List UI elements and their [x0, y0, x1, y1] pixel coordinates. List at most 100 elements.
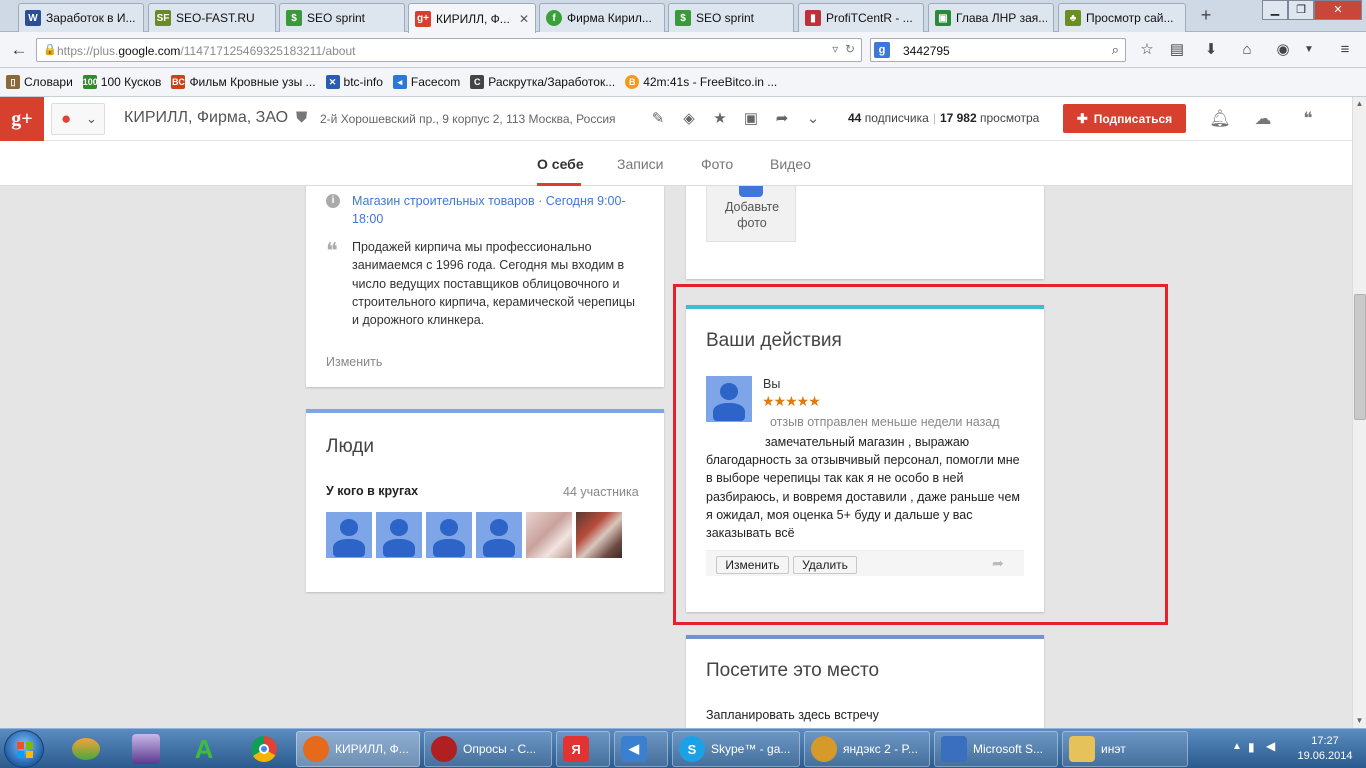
browser-tab[interactable]: ♣ Просмотр сай...: [1058, 3, 1186, 32]
card-accent-bar: [306, 409, 664, 413]
bookmark-item[interactable]: ◂ Facecom: [392, 75, 460, 89]
taskbar-task[interactable]: КИРИЛЛ, Ф...: [296, 731, 420, 767]
bookmark-item[interactable]: 100 100 Кусков: [82, 75, 161, 89]
person-avatar[interactable]: [376, 512, 422, 558]
pencil-icon[interactable]: ✎: [647, 108, 669, 130]
bookmark-item[interactable]: ✕ btc-info: [325, 75, 383, 89]
firefox-icon: [303, 736, 329, 762]
your-actions-title: Ваши действия: [706, 330, 842, 351]
delete-review-button[interactable]: Удалить: [793, 556, 857, 574]
browser-tab[interactable]: W Заработок в И...: [18, 3, 144, 32]
hangouts-icon[interactable]: ❝: [1296, 107, 1320, 131]
app-a-icon[interactable]: A: [184, 732, 224, 766]
new-tab-button[interactable]: +: [1195, 4, 1217, 26]
search-bar[interactable]: g 3442795 ⌕: [870, 38, 1126, 62]
bell-icon[interactable]: 🔔︎: [1208, 107, 1232, 131]
edit-review-button[interactable]: Изменить: [716, 556, 789, 574]
circles-count[interactable]: 44 участника: [563, 485, 639, 499]
close-tab-icon[interactable]: ✕: [513, 12, 529, 26]
maximize-button[interactable]: ❐: [1288, 0, 1314, 20]
download-icon[interactable]: ⬇: [1200, 39, 1222, 61]
scroll-up-icon[interactable]: ▲: [1353, 97, 1366, 111]
game-icon[interactable]: [126, 732, 166, 766]
chrome-icon[interactable]: [244, 732, 284, 766]
taskbar-task[interactable]: инэт: [1062, 731, 1188, 767]
bookmark-item[interactable]: ▯ Словари: [6, 75, 73, 89]
review-author: Вы: [763, 377, 781, 391]
taskbar-task[interactable]: Опросы - С...: [424, 731, 552, 767]
extension-icon[interactable]: ◉: [1272, 39, 1294, 61]
scroll-down-icon[interactable]: ▼: [1353, 714, 1366, 728]
person-photo-avatar[interactable]: [576, 512, 622, 558]
network-icon[interactable]: ▮: [1248, 740, 1255, 754]
browser-tab[interactable]: $ SEO sprint: [279, 3, 405, 32]
browser-tab[interactable]: ▮ ProfiTCentR - ...: [798, 3, 924, 32]
your-actions-card: Ваши действия Вы ★★★★★ отзыв отправлен м…: [686, 305, 1044, 612]
add-photo-tile[interactable]: Добавьте фото: [706, 186, 796, 242]
edit-about-link[interactable]: Изменить: [326, 355, 382, 369]
chevron-down-icon[interactable]: ▼: [1298, 39, 1320, 61]
follow-button[interactable]: ✚ Подписаться: [1063, 104, 1186, 133]
add-photo-label: Добавьте фото: [724, 200, 780, 230]
start-button[interactable]: [4, 730, 44, 768]
bookmark-item[interactable]: BC Фильм Кровные узы ...: [171, 75, 316, 89]
home-icon[interactable]: ⌂: [1236, 39, 1258, 61]
volume-icon[interactable]: ◀: [1266, 739, 1275, 753]
close-window-button[interactable]: ✕: [1314, 0, 1362, 20]
vertical-scrollbar[interactable]: ▲ ▼: [1352, 97, 1366, 728]
bookmark-icon: ◂: [392, 75, 407, 89]
back-arrow-icon[interactable]: ←: [6, 38, 32, 62]
plan-meeting-link[interactable]: Запланировать здесь встречу: [706, 708, 879, 722]
star-bookmark-icon[interactable]: ☆: [1136, 39, 1158, 61]
business-category: Магазин строительных товаров · Сегодня 9…: [352, 194, 626, 226]
minimize-button[interactable]: ▁: [1262, 0, 1288, 20]
scrollbar-thumb[interactable]: [1354, 294, 1366, 420]
directions-icon[interactable]: ◈: [678, 108, 700, 130]
page-type-button[interactable]: ● ⌄: [51, 103, 105, 135]
browser-tab-active[interactable]: g+ КИРИЛЛ, Ф... ✕: [408, 3, 536, 33]
taskbar-task[interactable]: ◀: [614, 731, 668, 767]
info-icon: i: [326, 194, 340, 208]
tab-about[interactable]: О себе: [537, 156, 584, 172]
taskbar-task[interactable]: Я: [556, 731, 610, 767]
tab-photos[interactable]: Фото: [701, 156, 733, 172]
browser-tab[interactable]: $ SEO sprint: [668, 3, 794, 32]
bookmark-item[interactable]: C Раскрутка/Заработок...: [470, 75, 615, 89]
share-icon[interactable]: ➦: [992, 555, 1004, 572]
navigation-bar: ← 🔒 https://plus.google.com/114717125469…: [0, 32, 1366, 68]
search-input[interactable]: 3442795: [903, 44, 950, 58]
reload-icon[interactable]: ▿ ↻: [832, 42, 855, 56]
clock[interactable]: 17:27 19.06.2014: [1288, 734, 1362, 764]
chevron-down-icon[interactable]: ⌄: [802, 108, 824, 130]
browser-tab[interactable]: f Фирма Кирил...: [539, 3, 665, 32]
person-avatar[interactable]: [326, 512, 372, 558]
taskbar-task[interactable]: S Skype™ - ga...: [672, 731, 800, 767]
person-photo-avatar[interactable]: [526, 512, 572, 558]
circles-icon[interactable]: ☁: [1251, 107, 1275, 131]
tab-posts[interactable]: Записи: [617, 156, 663, 172]
browser-tab[interactable]: ▣ Глава ЛНР зая...: [928, 3, 1054, 32]
share-icon[interactable]: ➦: [771, 108, 793, 130]
address-bar[interactable]: 🔒 https://plus.google.com/11471712546932…: [36, 38, 862, 62]
person-avatar[interactable]: [426, 512, 472, 558]
user-avatar[interactable]: [706, 376, 752, 422]
tab-videos[interactable]: Видео: [770, 156, 811, 172]
reading-list-icon[interactable]: ▤: [1166, 39, 1188, 61]
bookmark-icon: BC: [171, 75, 186, 89]
menu-icon[interactable]: ≡: [1334, 39, 1356, 61]
gplus-logo[interactable]: g+: [0, 97, 44, 141]
search-icon[interactable]: ⌕: [1112, 42, 1119, 58]
page-title: КИРИЛЛ, Фирма, ЗАО: [124, 109, 289, 126]
person-avatar[interactable]: [476, 512, 522, 558]
browser-tab[interactable]: SF SEO-FAST.RU: [148, 3, 276, 32]
camera-icon[interactable]: ▣: [740, 108, 762, 130]
visit-title: Посетите это место: [706, 660, 880, 681]
toolbox-icon[interactable]: [66, 732, 106, 766]
category-link[interactable]: Магазин строительных товаров: [352, 194, 535, 208]
bookmark-item[interactable]: B 42m:41s - FreeBitco.in ...: [625, 75, 777, 89]
tray-arrow-icon[interactable]: ▲: [1232, 741, 1242, 752]
chevron-down-icon: ⌄: [86, 111, 97, 126]
taskbar-task[interactable]: Microsoft S...: [934, 731, 1058, 767]
taskbar-task[interactable]: яндэкс 2 - P...: [804, 731, 930, 767]
star-icon[interactable]: ★: [709, 108, 731, 130]
